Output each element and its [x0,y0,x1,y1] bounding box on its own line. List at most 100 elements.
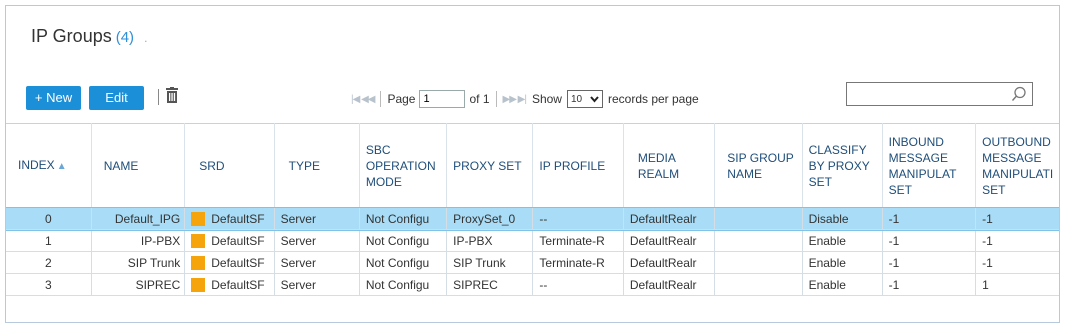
cell-srd: DefaultSF [184,251,275,274]
records-per-page-value: 10 [570,93,583,105]
cell-classify: Disable [802,207,883,230]
cell-inbound: -1 [882,251,977,274]
column-header-name[interactable]: NAME [91,123,186,208]
table-header-row: INDEX ▲ NAME SRD TYPE SBC OPERATION MODE … [6,123,1059,208]
cell-sipgroup [714,273,803,296]
cell-ipprofile: Terminate-R [532,229,624,252]
next-last-page-icons[interactable]: ▶▶ ▶| [503,94,527,105]
srd-color-icon [191,211,206,226]
table-row[interactable]: 1 IP-PBX DefaultSF Server Not Configu IP-PBX T… [6,229,1059,252]
cell-sipgroup [714,229,803,252]
cell-index: 3 [6,273,92,296]
page-title-text: IP Groups [31,26,112,46]
cell-proxy: SIP Trunk [446,251,534,274]
new-button[interactable]: + New [26,86,81,110]
chevron-down-icon [590,95,599,105]
cell-ipprofile: -- [532,273,624,296]
pagination: |◀ ◀◀ Page of 1 ▶▶ ▶| Show 10 records pe… [351,89,699,109]
search-input[interactable] [846,82,1033,106]
cell-mode: Not Configu [359,229,448,252]
column-header-ip-profile[interactable]: IP PROFILE [532,123,624,208]
cell-index: 0 [6,207,92,230]
page-of-label: of 1 [469,92,490,106]
table-row[interactable]: 0 Default_IPG DefaultSF Server Not Configu Pr… [6,206,1059,231]
cell-mode: Not Configu [359,251,448,274]
cell-proxy: SIPREC [446,273,534,296]
cell-srd-text: DefaultSF [211,255,265,270]
cell-mode: Not Configu [359,273,448,296]
records-per-page-select[interactable]: 10 [566,90,603,108]
page-label: Page [387,92,416,106]
cell-type: Server [274,251,360,274]
cell-outbound: 1 [975,273,1059,296]
cell-srd: DefaultSF [184,207,275,230]
record-count: (4) [115,29,135,46]
cell-ipprofile: -- [532,207,624,230]
srd-color-icon [191,277,206,292]
pager-divider [495,91,497,107]
sort-up-icon[interactable]: ▲ [57,161,67,172]
column-header-outbound-manipulation-set[interactable]: OUTBOUND MESSAGE MANIPULATI SET [976,124,1059,208]
column-header-sip-group-name[interactable]: SIP GROUP NAME [714,123,803,208]
srd-color-icon [191,233,206,248]
cell-inbound: -1 [882,207,977,230]
cell-inbound: -1 [882,229,977,252]
show-label: Show [531,92,562,106]
cell-outbound: -1 [975,207,1059,230]
column-header-media-realm[interactable]: MEDIA REALM [623,123,716,208]
ip-groups-panel: IP Groups(4). + New Edit |◀ ◀◀ Page of 1… [5,5,1060,323]
ip-groups-table: INDEX ▲ NAME SRD TYPE SBC OPERATION MODE … [6,123,1059,296]
cell-inbound: -1 [882,273,977,296]
cell-srd: DefaultSF [184,229,275,252]
cell-type: Server [274,229,360,252]
cell-name: SIPREC [91,273,186,296]
cell-srd-text: DefaultSF [211,233,265,248]
cell-index: 2 [6,251,92,274]
cell-sipgroup [714,251,803,274]
cell-classify: Enable [802,273,883,296]
page-number-input[interactable] [419,90,466,108]
cell-outbound: -1 [975,229,1059,252]
cell-name: Default_IPG [91,207,186,230]
table-row[interactable]: 2 SIP Trunk DefaultSF Server Not Configu SIP … [6,251,1059,274]
cell-outbound: -1 [975,251,1059,274]
cell-srd-text: DefaultSF [211,211,265,226]
cell-realm: DefaultRealr [623,229,716,252]
cell-mode: Not Configu [359,207,448,230]
first-prev-page-icons[interactable]: |◀ ◀◀ [351,94,375,105]
cell-realm: DefaultRealr [623,251,716,274]
search-icon[interactable] [1011,86,1027,102]
cell-proxy: ProxySet_0 [446,207,534,230]
cell-realm: DefaultRealr [623,207,716,230]
column-header-type[interactable]: TYPE [274,123,360,208]
cell-proxy: IP-PBX [446,229,534,252]
column-header-proxy-set[interactable]: PROXY SET [446,123,534,208]
srd-color-icon [191,255,206,270]
edit-button[interactable]: Edit [89,86,144,110]
cell-srd: DefaultSF [184,273,275,296]
cell-index: 1 [6,229,92,252]
cell-sipgroup [714,207,803,230]
cell-type: Server [274,207,360,230]
column-header-sbc-operation-mode[interactable]: SBC OPERATION MODE [359,123,448,208]
toolbar: + New Edit |◀ ◀◀ Page of 1 ▶▶ ▶| Show 10 [6,82,1059,112]
column-header-inbound-manipulation-set[interactable]: INBOUND MESSAGE MANIPULAT SET [882,123,977,208]
cell-realm: DefaultRealr [623,273,716,296]
records-per-page-label: records per page [607,92,699,106]
table-row[interactable]: 3 SIPREC DefaultSF Server Not Configu SIPREC -… [6,273,1059,296]
cell-classify: Enable [802,251,883,274]
column-header-index[interactable]: INDEX ▲ [6,123,92,208]
trash-icon[interactable] [164,87,180,105]
toolbar-divider [158,89,159,105]
cell-name: IP-PBX [91,229,186,252]
cell-srd-text: DefaultSF [211,277,265,292]
cell-type: Server [274,273,360,296]
cell-classify: Enable [802,229,883,252]
page-title: IP Groups (4). [31,26,147,47]
pager-divider [380,91,382,107]
column-header-classify-by-proxy-set[interactable]: CLASSIFY BY PROXY SET [802,123,883,208]
column-header-srd[interactable]: SRD [184,123,275,208]
cell-name: SIP Trunk [91,251,186,274]
cell-ipprofile: Terminate-R [532,251,624,274]
title-dot: . [144,31,148,45]
